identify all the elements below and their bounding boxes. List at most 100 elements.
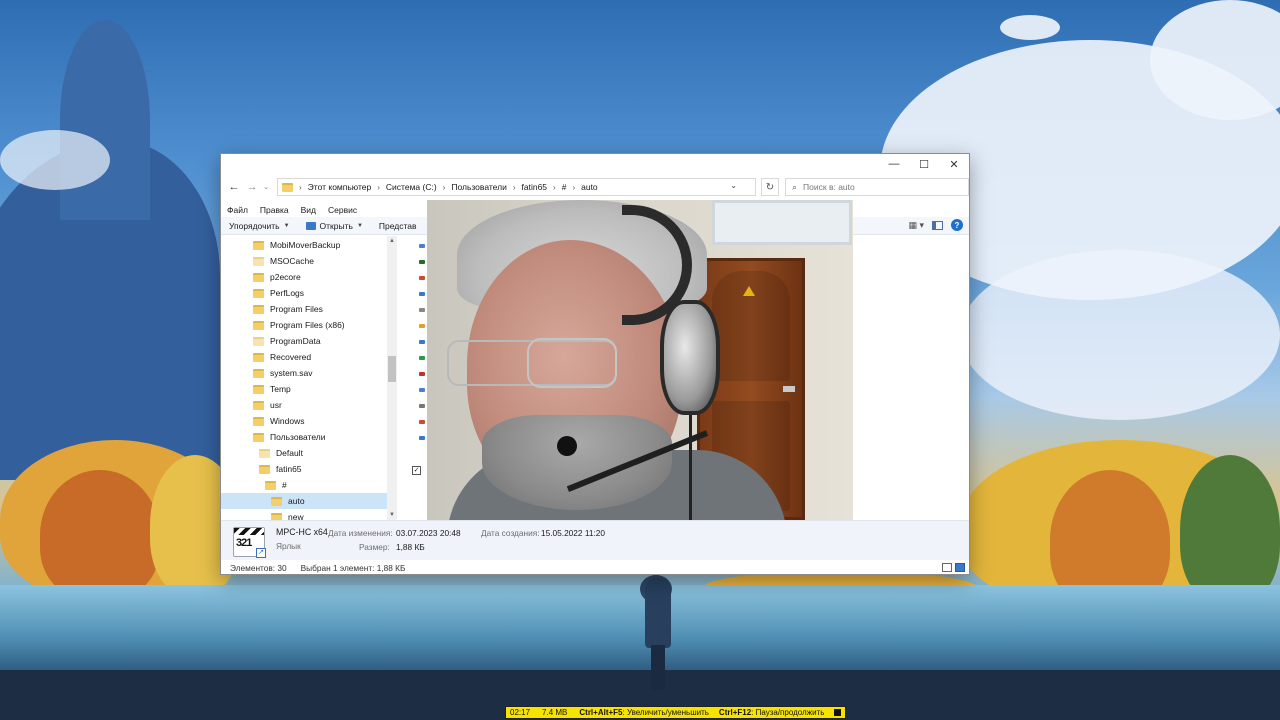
created-value: 15.05.2022 11:20 <box>541 528 605 538</box>
scroll-thumb[interactable] <box>388 356 396 382</box>
tree-item[interactable]: usr <box>253 397 282 413</box>
menu-tools[interactable]: Сервис <box>322 203 363 217</box>
tree-item[interactable]: ProgramData <box>253 333 321 349</box>
tree-item[interactable]: Recovered <box>253 349 311 365</box>
breadcrumb-item[interactable]: Система (C:) <box>386 182 437 192</box>
folder-icon <box>259 448 270 458</box>
tree-item[interactable]: MobiMoverBackup <box>253 237 340 253</box>
tree-item-label: Default <box>276 448 303 458</box>
wallpaper-trees <box>40 470 160 600</box>
tree-item[interactable]: p2ecore <box>253 269 301 285</box>
chevron-right-icon: › <box>442 182 446 192</box>
arrow-right-icon: → <box>246 181 258 193</box>
search-input[interactable]: ⌕ Поиск в: auto <box>785 178 969 196</box>
breadcrumb-item[interactable]: # <box>562 182 567 192</box>
breadcrumb-item[interactable]: Этот компьютер <box>308 182 372 192</box>
tree-item-label: Temp <box>270 384 291 394</box>
selected-file-name: MPC-HC x64 <box>276 527 328 537</box>
hotkey-zoom-key: Ctrl+Alt+F5 <box>579 708 623 717</box>
chevron-right-icon: › <box>377 182 380 192</box>
tree-item[interactable]: Default <box>259 445 303 461</box>
address-dropdown-icon[interactable]: ⌄ <box>730 181 737 190</box>
tree-item[interactable]: PerfLogs <box>253 285 304 301</box>
menu-file[interactable]: Файл <box>221 203 254 217</box>
selection-info: Выбран 1 элемент: 1,88 КБ <box>300 563 406 573</box>
tree-item[interactable]: MSOCache <box>253 253 314 269</box>
present-label: Представ <box>378 220 417 231</box>
folder-icon <box>253 432 264 442</box>
breadcrumb-item-current[interactable]: auto <box>581 182 598 192</box>
webcam-room-window <box>712 200 852 245</box>
close-button[interactable]: ✕ <box>939 154 969 174</box>
organize-button[interactable]: Упорядочить ▼ <box>221 221 298 231</box>
folder-icon <box>253 288 264 298</box>
recording-time: 02:17 <box>510 708 531 717</box>
clapperboard-stripe <box>234 528 264 535</box>
shortcut-arrow-icon: ↗ <box>256 548 266 558</box>
mpc-hc-icon: 321 ↗ <box>233 527 266 558</box>
breadcrumb-item[interactable]: fatin65 <box>522 182 548 192</box>
tree-item[interactable]: Temp <box>253 381 291 397</box>
file-icon <box>419 340 425 344</box>
search-icon: ⌕ <box>792 181 798 192</box>
preview-pane-icon[interactable] <box>932 220 943 230</box>
open-button[interactable]: Открыть ▼ <box>298 221 371 231</box>
refresh-button[interactable]: ↻ <box>761 178 779 196</box>
stop-icon[interactable] <box>834 709 842 716</box>
folder-icon <box>253 272 264 282</box>
tree-item[interactable]: Windows <box>253 413 304 429</box>
folder-icon <box>253 384 264 394</box>
tree-item[interactable]: Пользователи <box>253 429 325 445</box>
file-icon <box>419 276 425 280</box>
forward-button[interactable]: → <box>243 178 261 196</box>
tree-item-label: fatin65 <box>276 464 302 474</box>
tree-item[interactable]: Program Files (x86) <box>253 317 345 333</box>
breadcrumb-item[interactable]: Пользователи <box>451 182 506 192</box>
navigation-scrollbar[interactable]: ▲ ▼ <box>387 236 397 520</box>
file-icon <box>419 356 425 360</box>
recent-locations-button[interactable]: ⌄ <box>261 178 271 196</box>
tree-item-label: p2ecore <box>270 272 301 282</box>
help-icon[interactable]: ? <box>951 219 963 231</box>
headset-earcup <box>660 300 720 415</box>
close-icon: ✕ <box>949 158 959 171</box>
navigation-pane: MobiMoverBackup MSOCache p2ecore PerfLog… <box>221 236 399 520</box>
minimize-button[interactable]: — <box>879 154 909 174</box>
maximize-button[interactable]: ☐ <box>909 154 939 174</box>
tree-item[interactable]: Program Files <box>253 301 323 317</box>
title-bar[interactable]: — ☐ ✕ <box>221 154 969 174</box>
tree-item[interactable]: system.sav <box>253 365 313 381</box>
scroll-down-icon[interactable]: ▼ <box>387 510 397 520</box>
tree-item[interactable]: new <box>271 509 304 520</box>
change-view-icon[interactable]: ▦ ▾ <box>908 220 924 231</box>
tree-item-selected[interactable]: auto <box>221 493 387 509</box>
file-icon <box>419 372 425 376</box>
status-bar: Элементов: 30 Выбран 1 элемент: 1,88 КБ <box>221 561 969 575</box>
address-bar-row: ← → ⌄ › Этот компьютер › Система (C:) › … <box>221 178 969 196</box>
item-checkbox[interactable]: ✓ <box>412 466 421 475</box>
tree-item-label: Пользователи <box>270 432 326 442</box>
large-icons-view-icon[interactable] <box>955 563 965 572</box>
headset-cable <box>689 415 692 520</box>
organize-label: Упорядочить <box>229 220 280 231</box>
folder-icon <box>259 464 270 474</box>
back-button[interactable]: ← <box>225 178 243 196</box>
menu-view[interactable]: Вид <box>295 203 322 217</box>
present-button[interactable]: Представ <box>371 221 425 231</box>
address-input[interactable]: › Этот компьютер › Система (C:) › Пользо… <box>277 178 756 196</box>
tree-item-label: ProgramData <box>270 336 321 346</box>
scroll-up-icon[interactable]: ▲ <box>387 236 397 246</box>
chevron-right-icon: › <box>512 182 516 192</box>
tree-item-label: new <box>288 512 304 520</box>
file-icon <box>419 260 425 264</box>
tree-item[interactable]: fatin65 <box>259 461 302 477</box>
tree-item[interactable]: # <box>265 477 287 493</box>
details-view-icon[interactable] <box>942 563 952 572</box>
menu-edit[interactable]: Правка <box>254 203 295 217</box>
wallpaper-mountain <box>60 20 150 220</box>
wallpaper-figure <box>651 645 665 690</box>
tree-item-label: system.sav <box>270 368 313 378</box>
modified-label: Дата изменения: <box>328 528 393 538</box>
folder-icon <box>282 182 293 192</box>
size-value: 1,88 КБ <box>396 542 425 552</box>
